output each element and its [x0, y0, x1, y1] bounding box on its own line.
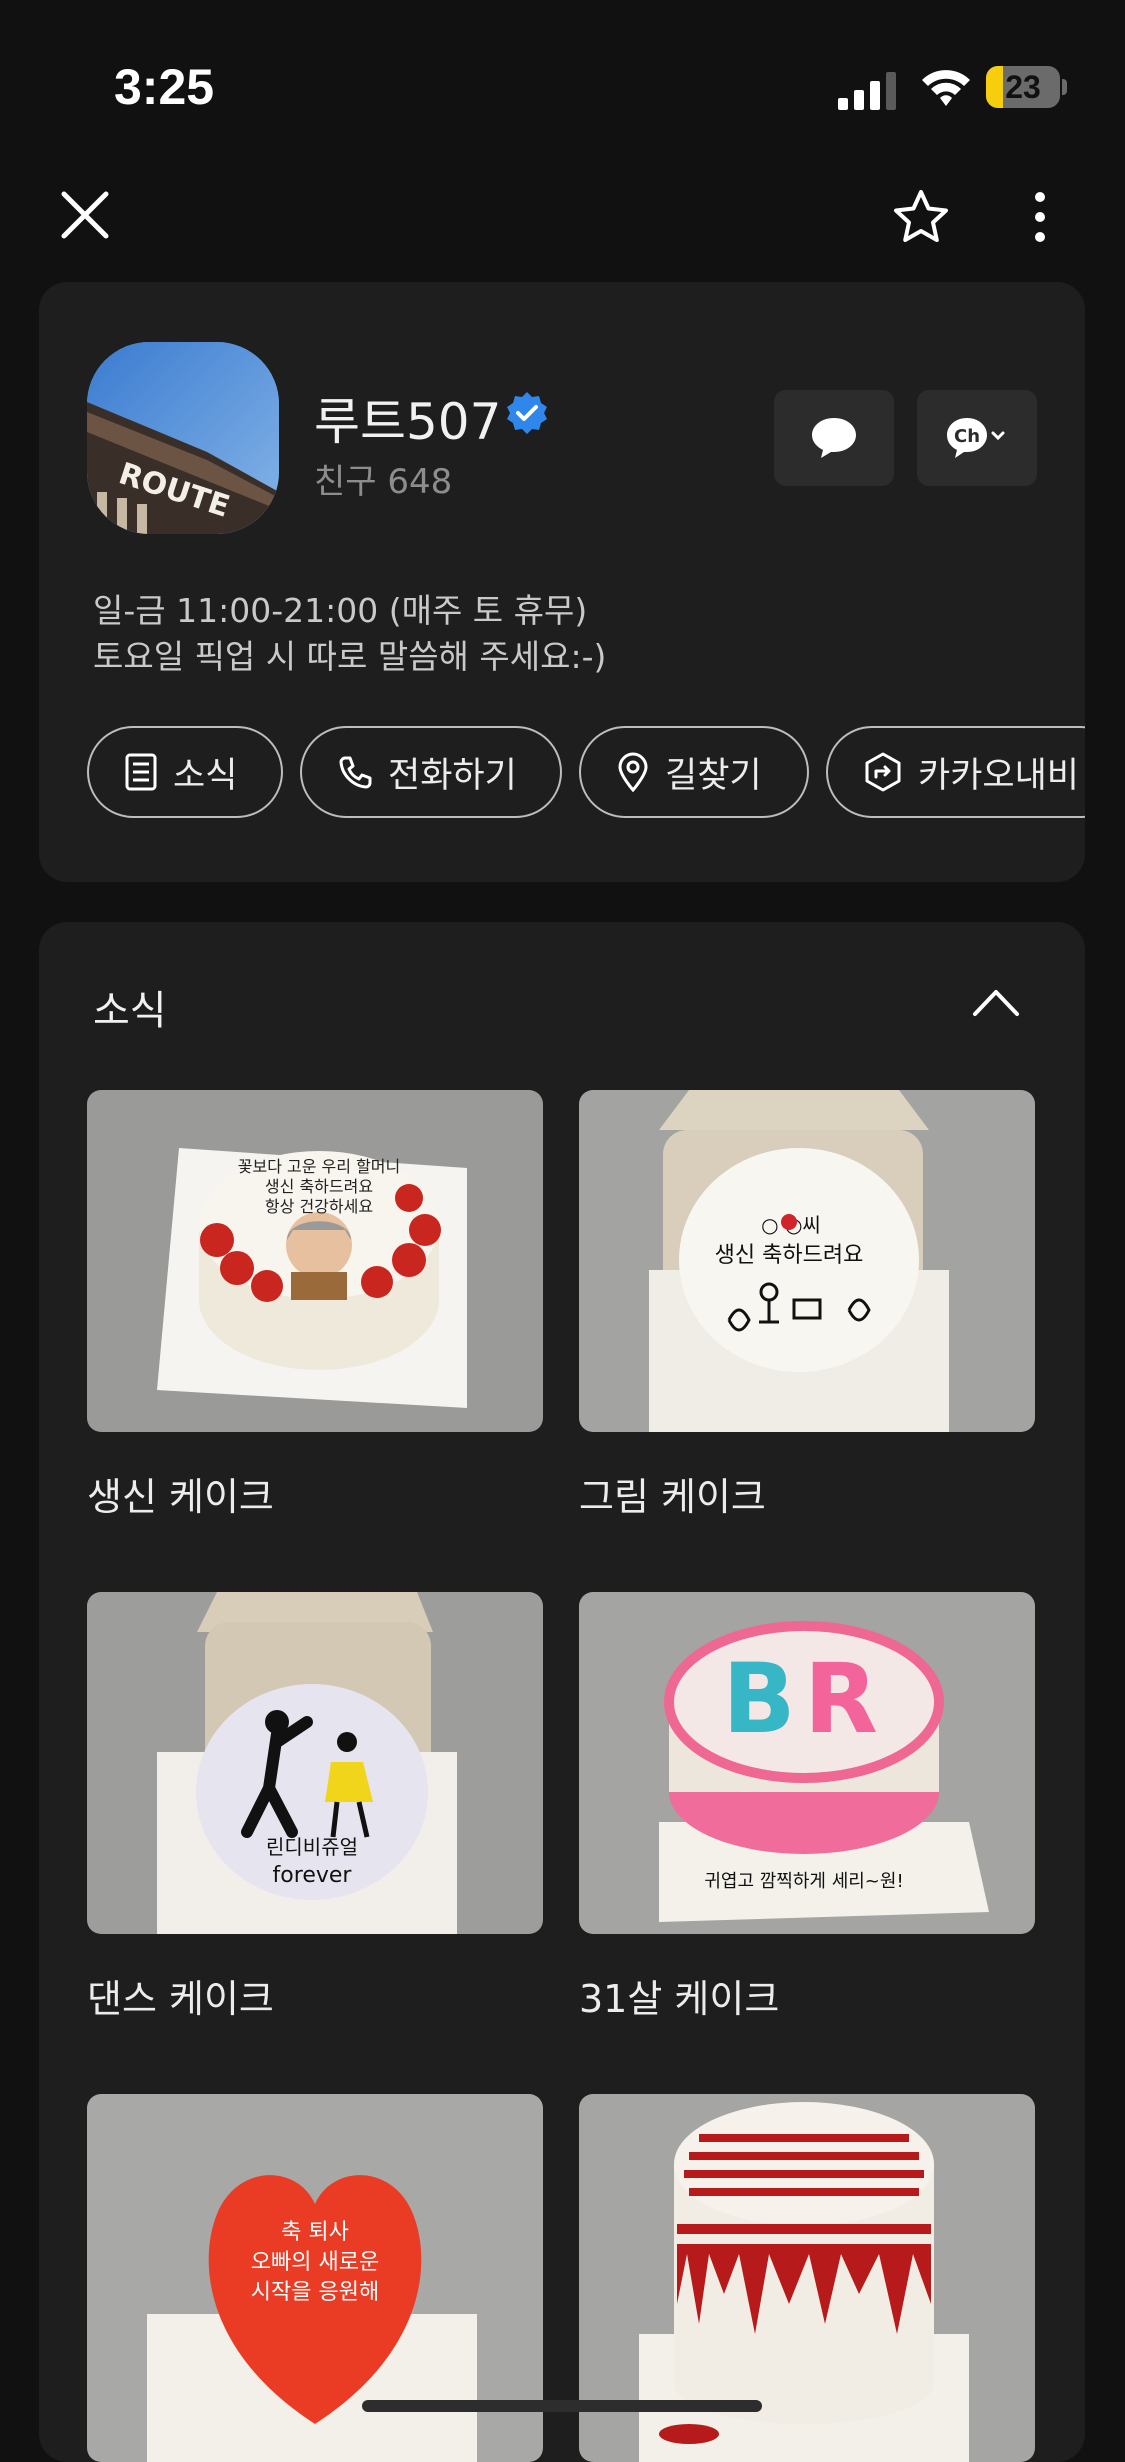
- chip-label: 카카오내비: [918, 755, 1080, 796]
- navi-icon: [865, 752, 901, 792]
- battery-level: 23: [1005, 69, 1041, 105]
- portrait-cake-photo: 꽃보다 고운 우리 할머니 생신 축하드려요 항상 건강하세요: [87, 1090, 543, 1432]
- call-chip-button[interactable]: 전화하기: [300, 726, 562, 818]
- svg-text:forever: forever: [273, 1863, 353, 1888]
- close-button[interactable]: [50, 180, 120, 250]
- chip-label: 소식: [173, 755, 238, 796]
- news-item[interactable]: 꽃보다 고운 우리 할머니 생신 축하드려요 항상 건강하세요 생신 케이크: [87, 1090, 543, 1521]
- channel-button[interactable]: Ch: [917, 390, 1037, 486]
- verified-badge-icon: [507, 392, 547, 434]
- news-item[interactable]: ○ ○씨 생신 축하드려요 그림 케이크: [579, 1090, 1035, 1521]
- status-bar: 3:25 23: [0, 0, 1125, 170]
- favorite-button[interactable]: [884, 180, 958, 254]
- svg-text:시작을 응원해: 시작을 응원해: [251, 2280, 379, 2305]
- svg-text:린디비쥬얼: 린디비쥬얼: [266, 1835, 358, 1859]
- star-icon: [894, 190, 948, 242]
- status-time: 3:25: [114, 59, 215, 115]
- home-indicator[interactable]: [362, 2400, 762, 2412]
- hours-line-2: 토요일 픽업 시 따로 말씀해 주세요:-): [93, 637, 607, 676]
- close-icon: [61, 191, 109, 239]
- news-item-caption: 생신 케이크: [87, 1475, 274, 1519]
- news-icon: [125, 753, 157, 791]
- svg-text:생신 축하드려요: 생신 축하드려요: [715, 1243, 864, 1268]
- svg-text:오빠의 새로운: 오빠의 새로운: [251, 2250, 379, 2275]
- news-card: 소식 꽃보다 고운 우리 할머니 생신 축하드려요 항상 건강하세요 생신 케이…: [39, 922, 1085, 2462]
- svg-text:생신 축하드려요: 생신 축하드려요: [265, 1177, 373, 1196]
- kakaonavi-chip-button[interactable]: 카카오내비: [826, 726, 1085, 818]
- more-button[interactable]: [1020, 180, 1060, 254]
- directions-chip-button[interactable]: 길찾기: [579, 726, 809, 818]
- friends-count: 친구 648: [314, 462, 453, 502]
- phone-icon: [339, 756, 372, 789]
- cellular-signal-icon: [838, 72, 896, 110]
- svg-text:R: R: [804, 1643, 878, 1755]
- news-item[interactable]: B R 귀엽고 깜찍하게 세리~원! 31살 케이크: [579, 1592, 1035, 2023]
- news-chip-button[interactable]: 소식: [87, 726, 283, 818]
- svg-text:귀엽고 깜찍하게 세리~원!: 귀엽고 깜찍하게 세리~원!: [704, 1871, 903, 1892]
- chat-button[interactable]: [774, 390, 894, 486]
- news-section-title: 소식: [93, 988, 167, 1034]
- location-pin-icon: [618, 752, 648, 792]
- news-item[interactable]: 린디비쥬얼 forever 댄스 케이크: [87, 1592, 543, 2023]
- dance-cake-photo: 린디비쥬얼 forever: [87, 1592, 543, 1934]
- profile-image[interactable]: ROUTE: [87, 342, 279, 534]
- profile-name: 루트507: [314, 393, 502, 451]
- chevron-up-icon[interactable]: [971, 984, 1021, 1020]
- svg-text:축 퇴사: 축 퇴사: [281, 2220, 349, 2245]
- action-chips: 소식 전화하기 길찾기 카카오내비: [87, 726, 1085, 822]
- news-item-caption: 그림 케이크: [579, 1475, 766, 1519]
- battery-icon: 23: [986, 66, 1067, 108]
- channel-ch-icon: Ch: [947, 418, 1005, 458]
- drawing-cake-photo: ○ ○씨 생신 축하드려요: [579, 1090, 1035, 1432]
- hours-line-1: 일-금 11:00-21:00 (매주 토 휴무): [93, 591, 588, 630]
- svg-text:B: B: [722, 1643, 795, 1755]
- chip-label: 전화하기: [388, 755, 517, 796]
- svg-text:항상 건강하세요: 항상 건강하세요: [265, 1197, 373, 1216]
- chip-label: 길찾기: [665, 755, 762, 796]
- wifi-icon: [922, 70, 970, 106]
- svg-text:꽃보다 고운 우리 할머니: 꽃보다 고운 우리 할머니: [238, 1157, 400, 1176]
- news-item-caption: 댄스 케이크: [87, 1977, 274, 2021]
- profile-card: ROUTE 루트507 친구 648 Ch 일-금 11:00-21:00 (매…: [39, 282, 1085, 882]
- chat-bubble-icon: [812, 418, 856, 458]
- more-vertical-icon: [1035, 192, 1045, 242]
- br-cake-photo: B R 귀엽고 깜찍하게 세리~원!: [579, 1592, 1035, 1934]
- svg-text:Ch: Ch: [954, 426, 980, 447]
- news-item-caption: 31살 케이크: [579, 1977, 780, 2021]
